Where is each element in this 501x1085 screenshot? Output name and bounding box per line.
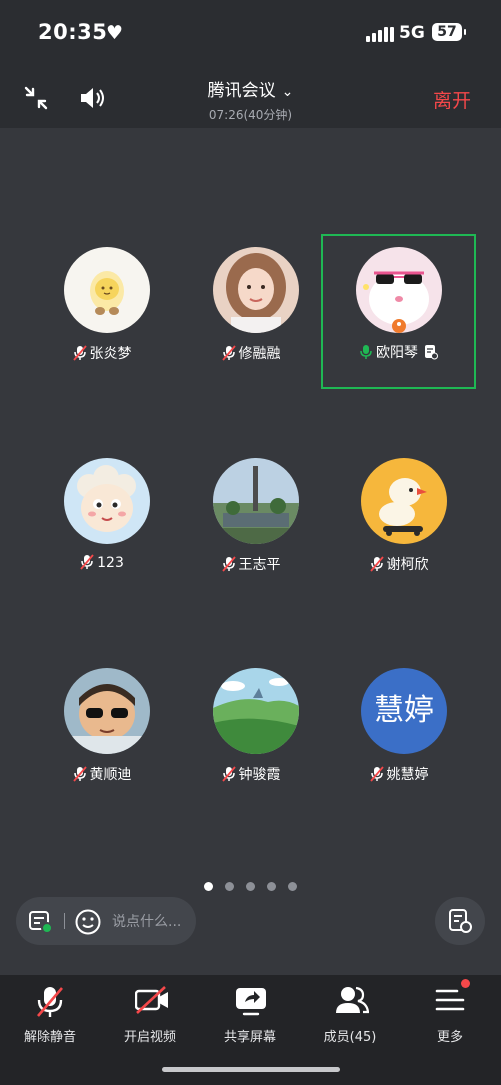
share-screen-button[interactable]: 共享屏幕 [200,975,300,1055]
mic-muted-icon [221,345,236,361]
avatar [64,247,150,333]
mic-muted-icon [369,556,384,572]
participant-name: 谢柯欣 [386,557,429,573]
avatar [64,668,150,754]
emoji-icon[interactable] [74,908,102,936]
clock: 20:35 [38,20,108,44]
page-dot[interactable] [288,882,297,891]
avatar-initials: 慧婷 [361,668,447,754]
mic-muted-icon [221,556,236,572]
network-type: 5G [399,23,425,43]
page-dot[interactable] [267,882,276,891]
mic-muted-icon [221,766,236,782]
more-label: 更多 [436,1030,463,1045]
members-label: 成员(45) [323,1030,377,1045]
participant-name-row: 张炎梦 [27,343,177,363]
avatar [213,247,299,333]
mic-muted-icon [72,766,87,782]
avatar: 慧婷 [361,668,447,754]
share-screen-icon [236,988,266,1016]
members-icon [336,986,369,1014]
participant-name: 张炎梦 [89,346,132,362]
mic-muted-icon [369,766,384,782]
more-button[interactable]: 更多 [400,975,500,1055]
start-video-label: 开启视频 [123,1030,176,1045]
mic-on-icon [360,345,372,359]
menu-icon [435,989,465,1011]
participant-name: 黄顺迪 [89,767,132,783]
mic-muted-icon [72,345,87,361]
participant-tile[interactable]: 钟骏霞 [176,656,326,806]
participant-name-row: 欧阳琴 [325,342,475,362]
mic-muted-icon [80,554,94,570]
start-video-button[interactable]: 开启视频 [100,975,200,1055]
notes-button[interactable] [435,897,485,945]
participant-tile-active-speaker[interactable]: 欧阳琴 [321,234,476,389]
participant-tile[interactable]: 张炎梦 [27,235,177,385]
meeting-title[interactable]: 腾讯会议 ⌄ [0,76,501,101]
avatar [213,458,299,544]
participant-tile[interactable]: 谢柯欣 [324,446,474,596]
participant-tile[interactable]: 123 [27,446,177,596]
participant-name: 王志平 [238,557,281,573]
avatar [361,458,447,544]
unmute-button[interactable]: 解除静音 [0,975,100,1055]
participant-name-row: 王志平 [176,554,326,574]
meeting-title-text: 腾讯会议 [207,81,276,101]
unmute-label: 解除静音 [23,1030,76,1045]
heart-icon: ♥ [106,22,124,44]
participant-name: 123 [97,555,124,571]
avatar [213,668,299,754]
caption-icon[interactable] [28,909,54,935]
participant-tile[interactable]: 修融融 [176,235,326,385]
avatar [64,458,150,544]
participant-name-row: 黄顺迪 [27,764,177,784]
participant-name: 欧阳琴 [376,345,418,361]
participant-name-row: 姚慧婷 [324,764,474,784]
members-button[interactable]: 成员(45) [300,975,400,1055]
participant-name-row: 123 [27,554,177,571]
page-dot[interactable] [246,882,255,891]
chat-placeholder[interactable]: 说点什么... [112,911,181,931]
page-indicator[interactable] [0,876,501,895]
status-bar: 20:35 ♥ 5G 57 [0,0,501,66]
participant-tile[interactable]: 黄顺迪 [27,656,177,806]
chat-input-bar[interactable]: 说点什么... [16,897,196,945]
participant-name: 姚慧婷 [386,767,429,783]
meeting-header: 腾讯会议 ⌄ 07:26(40分钟) 离开 [0,66,501,128]
page-dot[interactable] [204,882,213,891]
participant-tile[interactable]: 慧婷 姚慧婷 [324,656,474,806]
mic-muted-icon [37,987,63,1017]
divider [64,913,65,929]
participant-name-row: 修融融 [176,343,326,363]
participant-name-row: 钟骏霞 [176,764,326,784]
leave-button[interactable]: 离开 [433,86,471,113]
video-off-icon [135,986,168,1014]
signal-icon [366,26,394,42]
page-dot[interactable] [225,882,234,891]
host-note-icon [425,345,438,360]
meeting-duration: 07:26(40分钟) [208,108,293,122]
battery-level: 57 [437,24,457,40]
notes-icon [449,909,472,933]
participant-name-row: 谢柯欣 [324,554,474,574]
battery-icon: 57 [432,23,466,41]
participant-grid: 张炎梦 修融融 欧阳琴 123 王志平 谢柯欣 黄顺迪 钟骏霞 慧婷 姚慧婷 说… [0,128,501,975]
participant-tile[interactable]: 王志平 [176,446,326,596]
chevron-down-icon: ⌄ [281,84,294,100]
avatar [356,247,442,333]
home-indicator[interactable] [162,1067,340,1072]
participant-name: 修融融 [238,346,281,362]
notification-dot [461,979,470,988]
share-screen-label: 共享屏幕 [223,1030,276,1045]
participant-name: 钟骏霞 [238,767,281,783]
